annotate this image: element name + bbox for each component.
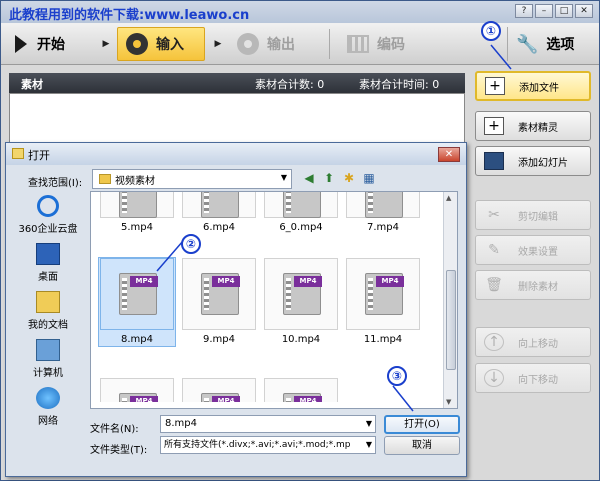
annotation-arrows <box>156 44 512 412</box>
main-window: 此教程用到的软件下载:www.leawo.cn ? – □ ✕ 开始 ▶ 输入 … <box>0 0 600 481</box>
arrow-step-3 <box>392 385 414 412</box>
arrow-step-1 <box>490 44 512 70</box>
arrow-step-2 <box>156 240 184 272</box>
